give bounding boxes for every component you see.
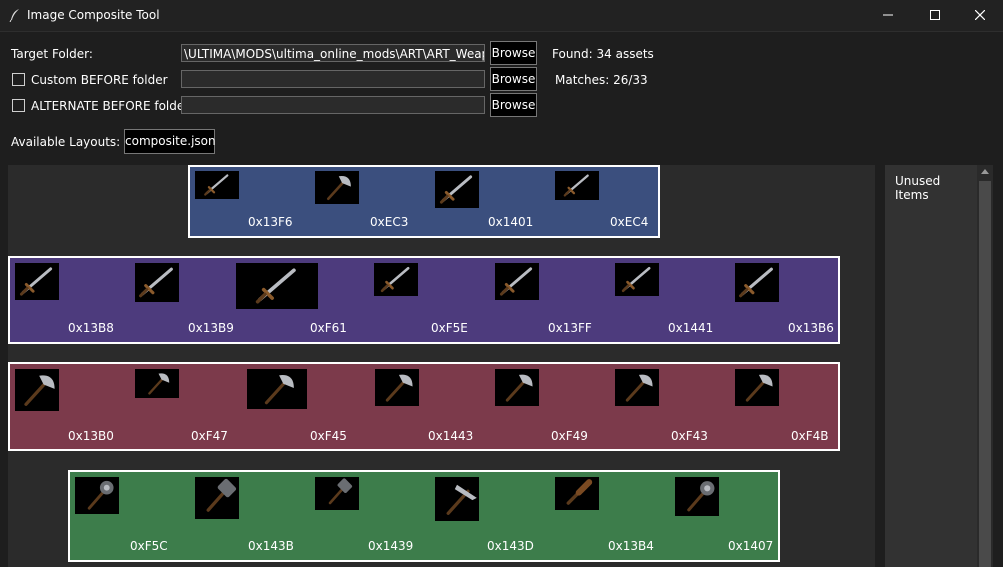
item-code-label: 0x13FF	[548, 321, 592, 335]
unused-items-panel[interactable]: Unused Items	[885, 165, 977, 567]
found-count: Found: 34 assets	[552, 47, 654, 61]
custom-before-input[interactable]	[181, 70, 485, 88]
club-icon[interactable]	[555, 477, 599, 510]
item-code-label: 0xF61	[310, 321, 347, 335]
layout-group-blue[interactable]: 0x13F6 0xEC3 0x1401 0xEC4	[188, 165, 660, 238]
item-code-label: 0xF5C	[130, 539, 168, 553]
maul-icon[interactable]	[195, 477, 239, 519]
layout-group-purple[interactable]: 0x13B8 0x13B9 0xF61 0xF5E 0x13FF 0x1441 0x13B6	[8, 256, 840, 344]
item-code-label: 0xF43	[671, 429, 708, 443]
close-button[interactable]	[957, 0, 1003, 31]
close-icon	[975, 10, 985, 20]
alternate-before-label: ALTERNATE BEFORE folder	[31, 99, 190, 113]
scroll-up-icon[interactable]	[981, 169, 989, 174]
window-edge	[993, 165, 1003, 567]
dagger-icon[interactable]	[195, 171, 239, 199]
two-handed-axe-icon[interactable]	[375, 369, 419, 406]
war-axe-icon[interactable]	[15, 369, 59, 411]
layout-group-red[interactable]: 0x13B0 0xF47 0xF45 0x1443 0xF49 0xF43 0xF4B	[8, 362, 840, 451]
scimitar-icon[interactable]	[735, 263, 779, 302]
target-folder-input[interactable]: \ULTIMA\MODS\ultima_online_mods\ART\ART_…	[181, 44, 485, 62]
mace-icon[interactable]	[75, 477, 119, 514]
item-code-label: 0xF49	[551, 429, 588, 443]
layout-select-button[interactable]: composite.json	[124, 129, 216, 154]
double-axe-icon[interactable]	[735, 369, 779, 406]
item-code-label: 0x143D	[487, 539, 534, 553]
item-code-label: 0x13B4	[608, 539, 654, 553]
target-folder-label: Target Folder:	[11, 47, 93, 61]
item-code-label: 0x1401	[488, 215, 534, 229]
alternate-before-checkbox[interactable]	[12, 99, 25, 112]
alternate-browse-button[interactable]: Browse	[490, 93, 537, 117]
scroll-thumb[interactable]	[979, 181, 991, 567]
custom-browse-button[interactable]: Browse	[490, 67, 537, 91]
item-code-label: 0x1443	[428, 429, 474, 443]
item-code-label: 0xEC3	[370, 215, 409, 229]
custom-before-label: Custom BEFORE folder	[31, 73, 168, 87]
item-code-label: 0x1441	[668, 321, 714, 335]
composite-canvas[interactable]: 0x13F6 0xEC3 0x1401 0xEC4 0x13B8 0x13B9 0xF61 0…	[8, 165, 875, 567]
minimize-icon	[883, 14, 893, 16]
item-code-label: 0x13B0	[68, 429, 114, 443]
custom-before-checkbox[interactable]	[12, 73, 25, 86]
item-code-label: 0x1407	[728, 539, 774, 553]
window-title: Image Composite Tool	[27, 8, 160, 22]
kryss-icon[interactable]	[435, 171, 479, 208]
broadsword-icon[interactable]	[374, 263, 418, 296]
hammer-pick-icon[interactable]	[435, 477, 479, 521]
katana-icon[interactable]	[495, 263, 539, 300]
hatchet-icon[interactable]	[615, 369, 659, 406]
battle-axe-icon[interactable]	[135, 369, 179, 398]
minimize-button[interactable]	[865, 0, 911, 31]
alternate-before-input[interactable]	[181, 96, 485, 114]
item-code-label: 0x1439	[368, 539, 414, 553]
unused-items-label: Unused Items	[895, 174, 941, 202]
viking-sword-icon[interactable]	[135, 263, 179, 302]
longsword-icon[interactable]	[236, 263, 318, 309]
feather-icon	[9, 9, 19, 22]
cutlass-icon[interactable]	[615, 263, 659, 296]
sword-icon[interactable]	[15, 263, 59, 300]
item-code-label: 0xF4B	[791, 429, 829, 443]
available-layouts-label: Available Layouts:	[11, 135, 121, 149]
item-code-label: 0xF45	[310, 429, 347, 443]
war-hammer-icon[interactable]	[315, 477, 359, 510]
matches-count: Matches: 26/33	[555, 73, 648, 87]
layout-group-green[interactable]: 0xF5C 0x143B 0x1439 0x143D 0x13B4 0x1407	[68, 470, 780, 562]
item-code-label: 0x13B6	[788, 321, 834, 335]
cleaver-icon[interactable]	[315, 171, 359, 204]
item-code-label: 0xF5E	[431, 321, 468, 335]
item-code-label: 0xEC4	[610, 215, 649, 229]
axe-icon[interactable]	[495, 369, 539, 406]
maximize-icon	[930, 10, 940, 20]
title-bar: Image Composite Tool	[0, 0, 1003, 32]
skinning-knife-icon[interactable]	[555, 171, 599, 200]
item-code-label: 0x13F6	[248, 215, 293, 229]
item-code-label: 0xF47	[191, 429, 228, 443]
target-browse-button[interactable]: Browse	[490, 41, 537, 65]
item-code-label: 0x13B9	[188, 321, 234, 335]
maximize-button[interactable]	[912, 0, 958, 31]
unused-items-scrollbar[interactable]	[977, 165, 993, 567]
executioner-axe-icon[interactable]	[247, 369, 307, 409]
war-mace-icon[interactable]	[675, 477, 719, 516]
item-code-label: 0x143B	[248, 539, 294, 553]
item-code-label: 0x13B8	[68, 321, 114, 335]
